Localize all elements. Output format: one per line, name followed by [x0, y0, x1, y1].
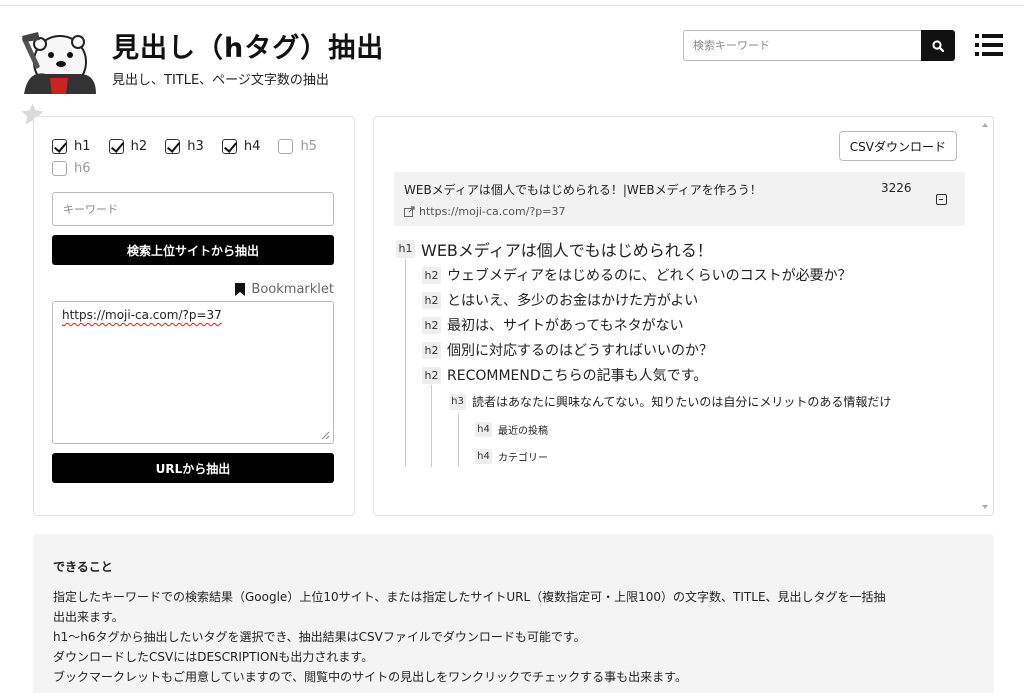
checkbox-label: h2 — [130, 138, 148, 154]
tag-badge: h2 — [422, 366, 441, 384]
scroll-down-arrow-icon[interactable] — [982, 505, 988, 509]
heading-item-h3: h3 読者はあなたに興味なんてない。知りたいのは自分にメリットのある情報だけ — [449, 393, 891, 410]
otter-mascot-logo[interactable] — [20, 22, 98, 94]
checkbox-box[interactable] — [52, 160, 67, 176]
checkbox-box[interactable] — [278, 138, 294, 154]
bookmark-icon — [235, 283, 246, 296]
checkbox-box[interactable] — [221, 138, 237, 154]
page-title: 見出し（hタグ）抽出 — [112, 33, 385, 64]
result-url-link[interactable]: https://moji-ca.com/?p=37 — [404, 205, 565, 218]
checkbox-box[interactable] — [108, 138, 124, 154]
checkbox-label: h5 — [300, 138, 317, 154]
tag-badge: h2 — [422, 266, 441, 284]
result-char-count: 3226 — [881, 181, 912, 195]
tree-line — [431, 385, 432, 467]
page-subtitle: 見出し、TITLE、ページ文字数の抽出 — [112, 73, 329, 88]
heading-item-h2: h2 個別に対応するのはどうすればいいのか？ — [422, 340, 713, 360]
checkbox-h2[interactable]: h2 — [108, 138, 148, 154]
heading-text: 読者はあなたに興味なんてない。知りたいのは自分にメリットのある情報だけ — [472, 395, 892, 409]
feature-description: できること 指定したキーワードでの検索結果（Google）上位10サイト、または… — [33, 534, 994, 693]
resize-grip-icon[interactable] — [321, 431, 330, 440]
info-line: h1～h6タグから抽出したいタグを選択でき、抽出結果はCSVファイルでダウンロー… — [53, 630, 586, 644]
info-line: ダウンロードしたCSVにはDESCRIPTIONも出力されます。 — [53, 650, 374, 664]
url-textarea[interactable]: https://moji-ca.com/?p=37 — [52, 301, 334, 444]
checkbox-label: h1 — [74, 138, 91, 154]
scroll-up-arrow-icon[interactable] — [982, 123, 988, 127]
url-extract-button[interactable]: URLから抽出 — [52, 453, 334, 483]
extract-settings-panel: h1 h2 h3 h4 h5 h6 検索上位サイトから抽出 Bookmarkle… — [33, 116, 355, 516]
site-search — [683, 30, 955, 61]
results-scrollbar[interactable] — [979, 117, 991, 515]
checkbox-h6[interactable]: h6 — [52, 160, 91, 176]
heading-item-h2: h2 とはいえ、多少のお金はかけた方がよい — [422, 290, 698, 310]
search-button[interactable] — [921, 30, 955, 61]
tree-line — [405, 259, 406, 467]
tag-checkbox-group: h1 h2 h3 h4 h5 h6 — [52, 138, 347, 182]
info-line: 出出来ます。 — [53, 610, 124, 624]
checkbox-h4[interactable]: h4 — [221, 138, 261, 154]
heading-text: 最近の投稿 — [498, 426, 548, 437]
heading-item-h1: h1 WEBメディアは個人でもはじめられる！ — [396, 237, 713, 261]
info-line: ブックマークレットもご用意していますので、閲覧中のサイトの見出しをワンクリックで… — [53, 670, 687, 684]
heading-text: ウェブメディアをはじめるのに、どれくらいのコストが必要か？ — [447, 268, 852, 284]
heading-text: WEBメディアは個人でもはじめられる！ — [421, 241, 713, 260]
checkbox-h3[interactable]: h3 — [165, 138, 204, 154]
collapse-icon[interactable] — [936, 194, 947, 205]
url-value: https://moji-ca.com/?p=37 — [62, 308, 222, 322]
keyword-input[interactable] — [52, 192, 334, 226]
checkbox-h5[interactable]: h5 — [278, 138, 317, 154]
checkbox-box[interactable] — [52, 138, 67, 154]
checkbox-label: h6 — [74, 160, 91, 176]
checkbox-box[interactable] — [165, 138, 181, 154]
info-line: 指定したキーワードでの検索結果（Google）上位10サイト、または指定したサイ… — [53, 590, 886, 604]
bookmarklet-label: Bookmarklet — [251, 282, 334, 297]
hamburger-menu-icon[interactable] — [975, 33, 1003, 57]
tree-line — [458, 413, 459, 467]
csv-download-button[interactable]: CSVダウンロード — [838, 131, 957, 161]
search-input[interactable] — [683, 30, 921, 61]
heading-text: とはいえ、多少のお金はかけた方がよい — [447, 293, 699, 309]
heading-item-h2: h2 最初は、サイトがあってもネタがない — [422, 315, 684, 335]
checkbox-label: h4 — [243, 138, 261, 154]
search-icon — [932, 39, 944, 52]
result-header: WEBメディアは個人でもはじめられる！|WEBメディアを作ろう！ 3226 ht… — [394, 172, 965, 226]
external-link-icon — [404, 206, 415, 217]
tag-badge: h2 — [422, 316, 441, 334]
tag-badge: h4 — [475, 449, 492, 464]
search-extract-button[interactable]: 検索上位サイトから抽出 — [52, 235, 334, 265]
tag-badge: h1 — [396, 240, 415, 258]
heading-item-h4: h4 カテゴリー — [475, 449, 548, 464]
tag-badge: h2 — [422, 291, 441, 309]
result-url-text: https://moji-ca.com/?p=37 — [419, 205, 566, 218]
heading-item-h2: h2 RECOMMENDこちらの記事も人気です。 — [422, 365, 707, 385]
checkbox-label: h3 — [187, 138, 204, 154]
heading-text: 最初は、サイトがあってもネタがない — [447, 318, 684, 334]
bookmarklet-link[interactable]: Bookmarklet — [235, 282, 334, 297]
extract-results-panel: CSVダウンロード WEBメディアは個人でもはじめられる！|WEBメディアを作ろ… — [373, 116, 994, 516]
top-divider — [0, 0, 1024, 6]
tag-badge: h4 — [475, 422, 492, 437]
heading-text: RECOMMENDこちらの記事も人気です。 — [447, 368, 708, 384]
heading-text: 個別に対応するのはどうすればいいのか？ — [447, 343, 713, 359]
checkbox-h1[interactable]: h1 — [52, 138, 91, 154]
tag-badge: h3 — [449, 393, 466, 410]
info-heading: できること — [53, 560, 113, 574]
result-page-title: WEBメディアは個人でもはじめられる！|WEBメディアを作ろう！ — [404, 183, 762, 197]
heading-item-h4: h4 最近の投稿 — [475, 422, 548, 437]
heading-item-h2: h2 ウェブメディアをはじめるのに、どれくらいのコストが必要か？ — [422, 265, 852, 285]
tag-badge: h2 — [422, 341, 441, 359]
heading-text: カテゴリー — [498, 453, 548, 464]
